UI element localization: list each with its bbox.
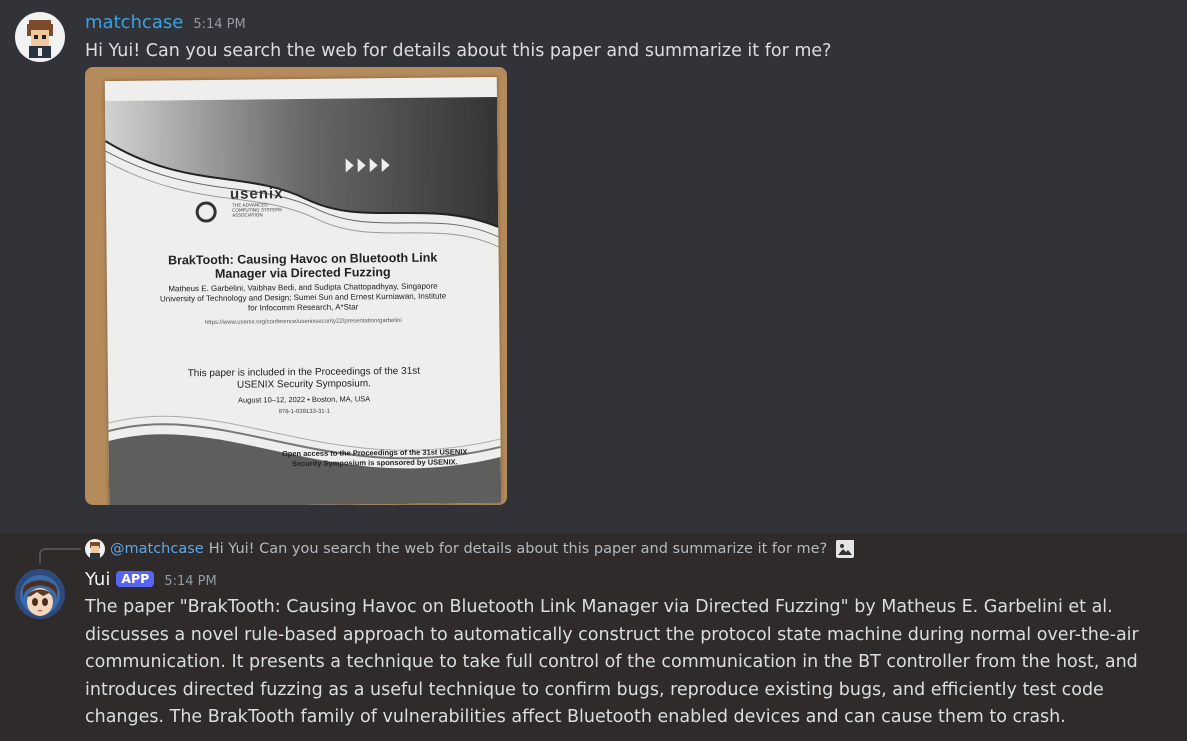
reply-text[interactable]: Hi Yui! Can you search the web for detai… <box>209 541 827 557</box>
avatar[interactable] <box>15 12 65 62</box>
timestamp[interactable]: 5:14 PM <box>164 574 216 589</box>
paper-open-access: Open access to the Proceedings of the 31… <box>281 447 468 468</box>
image-icon <box>836 540 855 558</box>
reply-connector <box>39 548 81 564</box>
username[interactable]: matchcase <box>85 12 183 33</box>
message-header: Yui APP 5:14 PM <box>85 569 217 590</box>
message-text: Hi Yui! Can you search the web for detai… <box>85 41 832 61</box>
timestamp[interactable]: 5:14 PM <box>193 17 245 32</box>
reply-mention[interactable]: @matchcase <box>110 541 204 557</box>
app-badge: APP <box>116 571 155 587</box>
reply-preview[interactable]: @matchcase Hi Yui! Can you search the we… <box>85 538 855 560</box>
paper-authors: Matheus E. Garbelini, Vaibhav Bedi, and … <box>159 281 447 313</box>
usenix-logo-text: usenix <box>229 185 284 203</box>
paper-title: BrakTooth: Causing Havoc on Bluetooth Li… <box>167 250 438 281</box>
username[interactable]: Yui <box>85 569 110 590</box>
message-matchcase: matchcase 5:14 PM Hi Yui! Can you search… <box>0 0 1187 533</box>
avatar[interactable] <box>15 569 65 619</box>
paper-photo: usenix THE ADVANCED COMPUTING SYSTEMS AS… <box>104 76 502 505</box>
message-text: The paper "BrakTooth: Causing Havoc on B… <box>85 597 1139 727</box>
paper-proceedings: This paper is included in the Proceeding… <box>187 365 421 391</box>
usenix-subtitle: THE ADVANCED COMPUTING SYSTEMS ASSOCIATI… <box>232 203 282 219</box>
message-header: matchcase 5:14 PM <box>85 12 246 33</box>
reply-avatar <box>85 539 105 559</box>
image-attachment[interactable]: usenix THE ADVANCED COMPUTING SYSTEMS AS… <box>85 67 507 505</box>
